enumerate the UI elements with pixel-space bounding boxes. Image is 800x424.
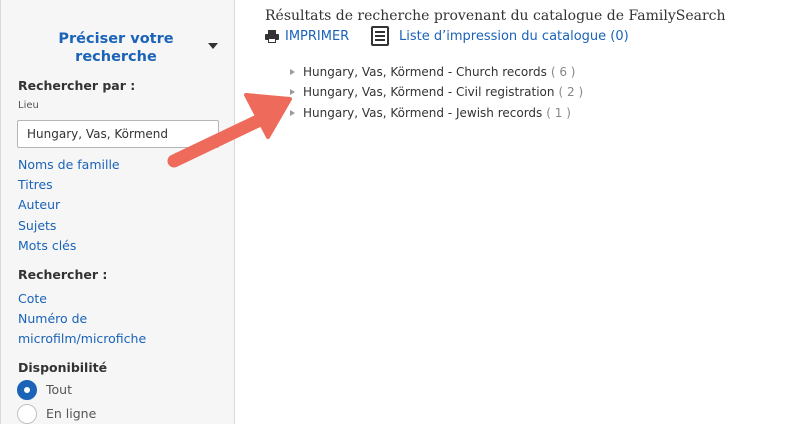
- result-row[interactable]: Hungary, Vas, Körmend - Civil registrati…: [290, 84, 583, 100]
- arrow-annotation: [167, 93, 292, 168]
- radio-all[interactable]: [17, 380, 37, 400]
- result-label[interactable]: Hungary, Vas, Körmend - Church records: [303, 65, 547, 79]
- result-count: ( 1 ): [546, 106, 571, 120]
- refine-sidebar: Préciser votre recherche Rechercher par …: [0, 0, 235, 424]
- link-film-number[interactable]: Numéro de: [18, 311, 87, 327]
- print-button[interactable]: IMPRIMER: [265, 28, 349, 44]
- page-title: Résultats de recherche provenant du cata…: [265, 8, 726, 24]
- place-label: Lieu: [18, 100, 39, 111]
- link-film-number-cont[interactable]: microfilm/microfiche: [18, 331, 146, 347]
- chevron-down-icon[interactable]: [208, 43, 218, 49]
- radio-online[interactable]: [17, 404, 37, 424]
- link-author[interactable]: Auteur: [18, 197, 60, 213]
- result-label[interactable]: Hungary, Vas, Körmend - Civil registrati…: [303, 85, 555, 99]
- search-heading: Rechercher :: [18, 267, 108, 282]
- print-label: IMPRIMER: [285, 28, 350, 44]
- availability-heading: Disponibilité: [18, 360, 108, 375]
- link-surnames[interactable]: Noms de famille: [18, 157, 120, 173]
- result-count: ( 2 ): [558, 85, 584, 99]
- print-list-button[interactable]: Liste d’impression du catalogue (0): [371, 26, 629, 46]
- link-keywords[interactable]: Mots clés: [18, 238, 76, 254]
- link-titles[interactable]: Titres: [18, 177, 53, 193]
- refine-search-toggle[interactable]: Préciser votre recherche: [41, 30, 191, 66]
- printer-icon: [265, 29, 279, 43]
- result-row[interactable]: Hungary, Vas, Körmend - Jewish records (…: [290, 105, 571, 121]
- print-list-label: Liste d’impression du catalogue (0): [399, 28, 629, 44]
- result-row[interactable]: Hungary, Vas, Körmend - Church records (…: [290, 64, 575, 80]
- radio-all-label[interactable]: Tout: [46, 382, 72, 397]
- result-count: ( 6 ): [550, 65, 576, 79]
- document-list-icon: [371, 26, 389, 46]
- radio-online-label[interactable]: En ligne: [46, 406, 96, 421]
- search-by-heading: Rechercher par :: [18, 78, 136, 93]
- link-call-number[interactable]: Cote: [18, 291, 47, 307]
- link-subjects[interactable]: Sujets: [18, 218, 56, 234]
- triangle-right-icon[interactable]: [290, 69, 295, 75]
- result-label[interactable]: Hungary, Vas, Körmend - Jewish records: [303, 106, 542, 120]
